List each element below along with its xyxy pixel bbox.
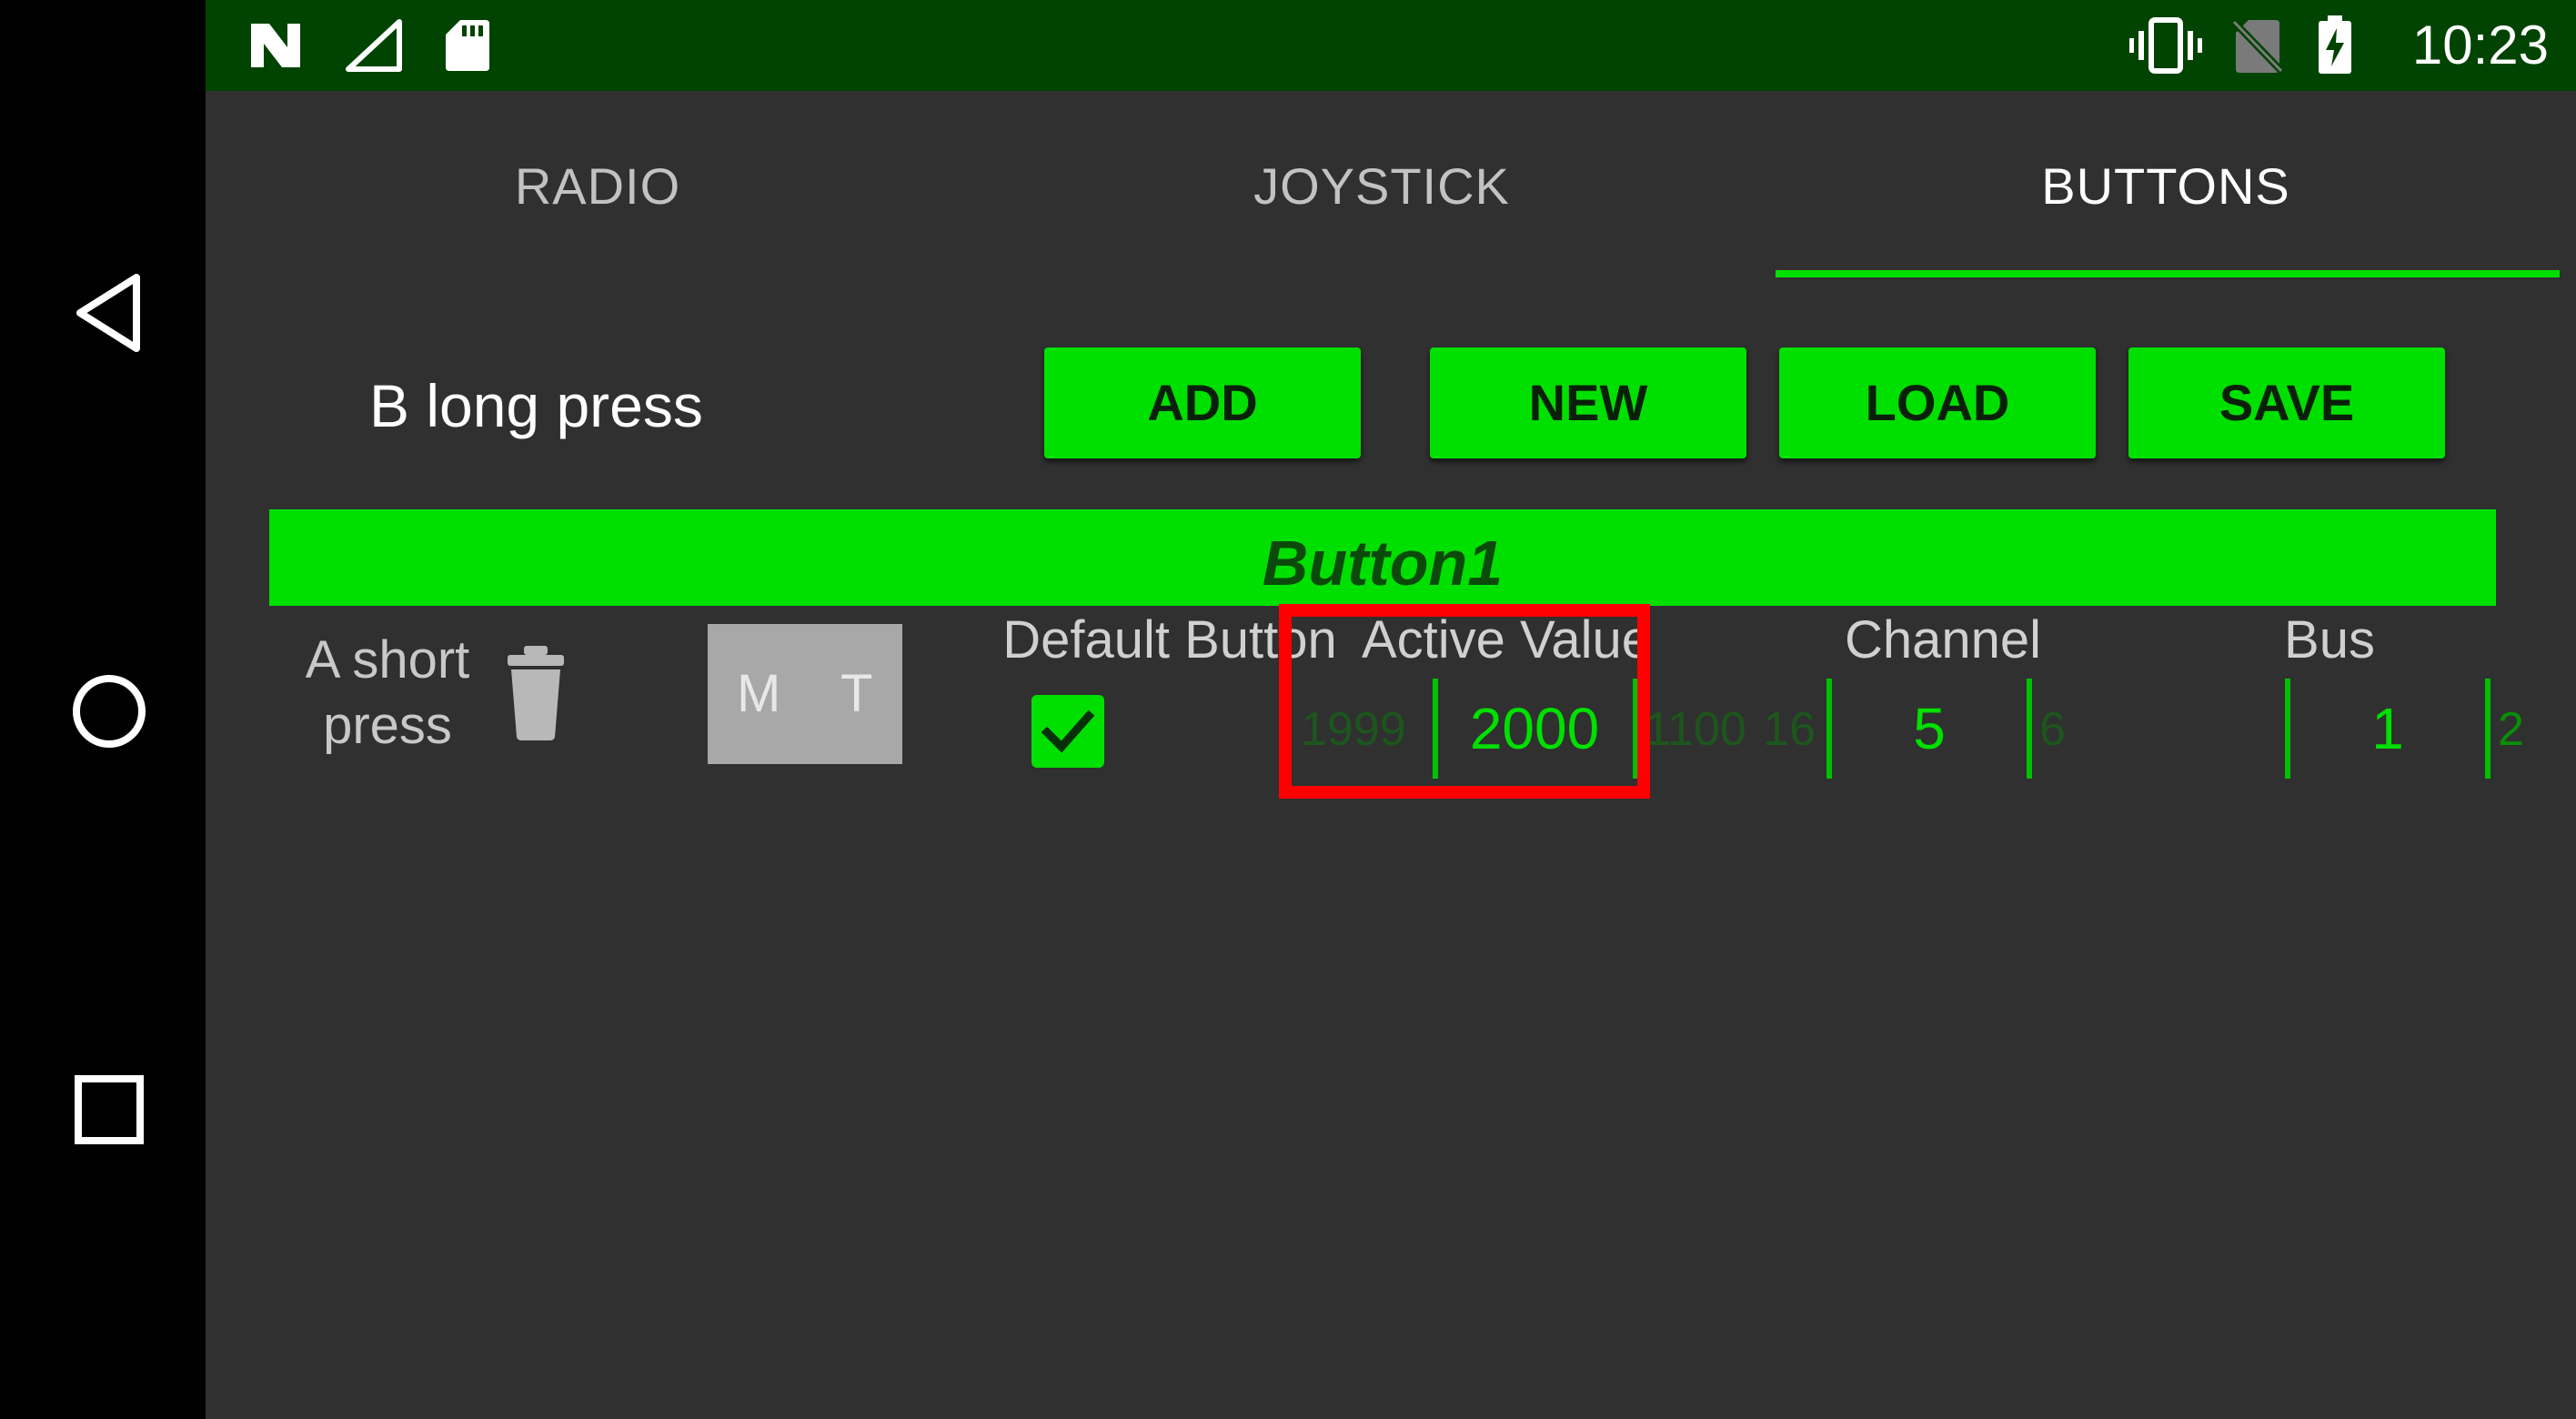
bus-current: 1 [2371, 696, 2404, 761]
picker-divider [2485, 679, 2490, 779]
back-icon [76, 274, 140, 352]
clock: 10:23 [2411, 15, 2549, 75]
channel-picker[interactable]: 16 5 6 [1725, 679, 2070, 788]
active-value-next: 1100 [1645, 703, 1746, 756]
back-button[interactable] [55, 258, 164, 367]
tab-buttons[interactable]: BUTTONS [1774, 127, 2558, 246]
battery-charging-icon [2314, 15, 2356, 75]
load-button[interactable]: LOAD [1779, 347, 2096, 458]
channel-current: 5 [1913, 696, 1946, 761]
navigation-bar [0, 0, 206, 1419]
mode-toggle-t[interactable]: T [840, 624, 872, 764]
recents-icon [75, 1075, 144, 1144]
picker-divider [2027, 679, 2032, 779]
status-bar: 10:23 [206, 0, 2576, 91]
tab-joystick[interactable]: JOYSTICK [990, 127, 1774, 246]
channel-next: 6 [2039, 703, 2066, 756]
dropdown-selected-value: B long press [369, 372, 703, 439]
channel-prev: 16 [1763, 703, 1816, 756]
trash-icon [508, 646, 564, 740]
highlight-box [1279, 604, 1650, 799]
nfc-icon [244, 16, 307, 75]
mapping-name-label: A short press [305, 630, 470, 755]
recents-button[interactable] [55, 1055, 164, 1164]
checkmark-icon [1041, 710, 1095, 753]
channel-label: Channel [1844, 610, 2042, 669]
vibrate-icon [2127, 16, 2205, 75]
home-icon [73, 675, 146, 748]
add-button[interactable]: ADD [1044, 347, 1361, 458]
bus-label: Bus [2284, 610, 2375, 669]
save-button[interactable]: SAVE [2128, 347, 2445, 458]
delete-button[interactable] [504, 642, 568, 742]
bus-next: 2 [2498, 703, 2524, 756]
no-sim-icon [2230, 16, 2285, 75]
app-screen: 10:23 RADIO JOYSTICK BUTTONS B long pres… [206, 0, 2576, 1419]
default-button-checkbox[interactable] [1031, 695, 1104, 768]
signal-icon [342, 16, 406, 75]
active-tab-indicator [1776, 270, 2560, 277]
button-select-dropdown[interactable]: B long press [369, 337, 1161, 473]
mode-toggle[interactable]: M T [708, 624, 902, 764]
new-button[interactable]: NEW [1430, 347, 1746, 458]
button-section-header: Button1 [269, 509, 2496, 606]
home-button[interactable] [55, 657, 164, 766]
mode-momentary[interactable]: M [737, 624, 780, 764]
tab-radio[interactable]: RADIO [206, 127, 990, 246]
sd-card-icon [440, 16, 495, 75]
bus-picker[interactable]: 1 2 [2179, 679, 2524, 788]
